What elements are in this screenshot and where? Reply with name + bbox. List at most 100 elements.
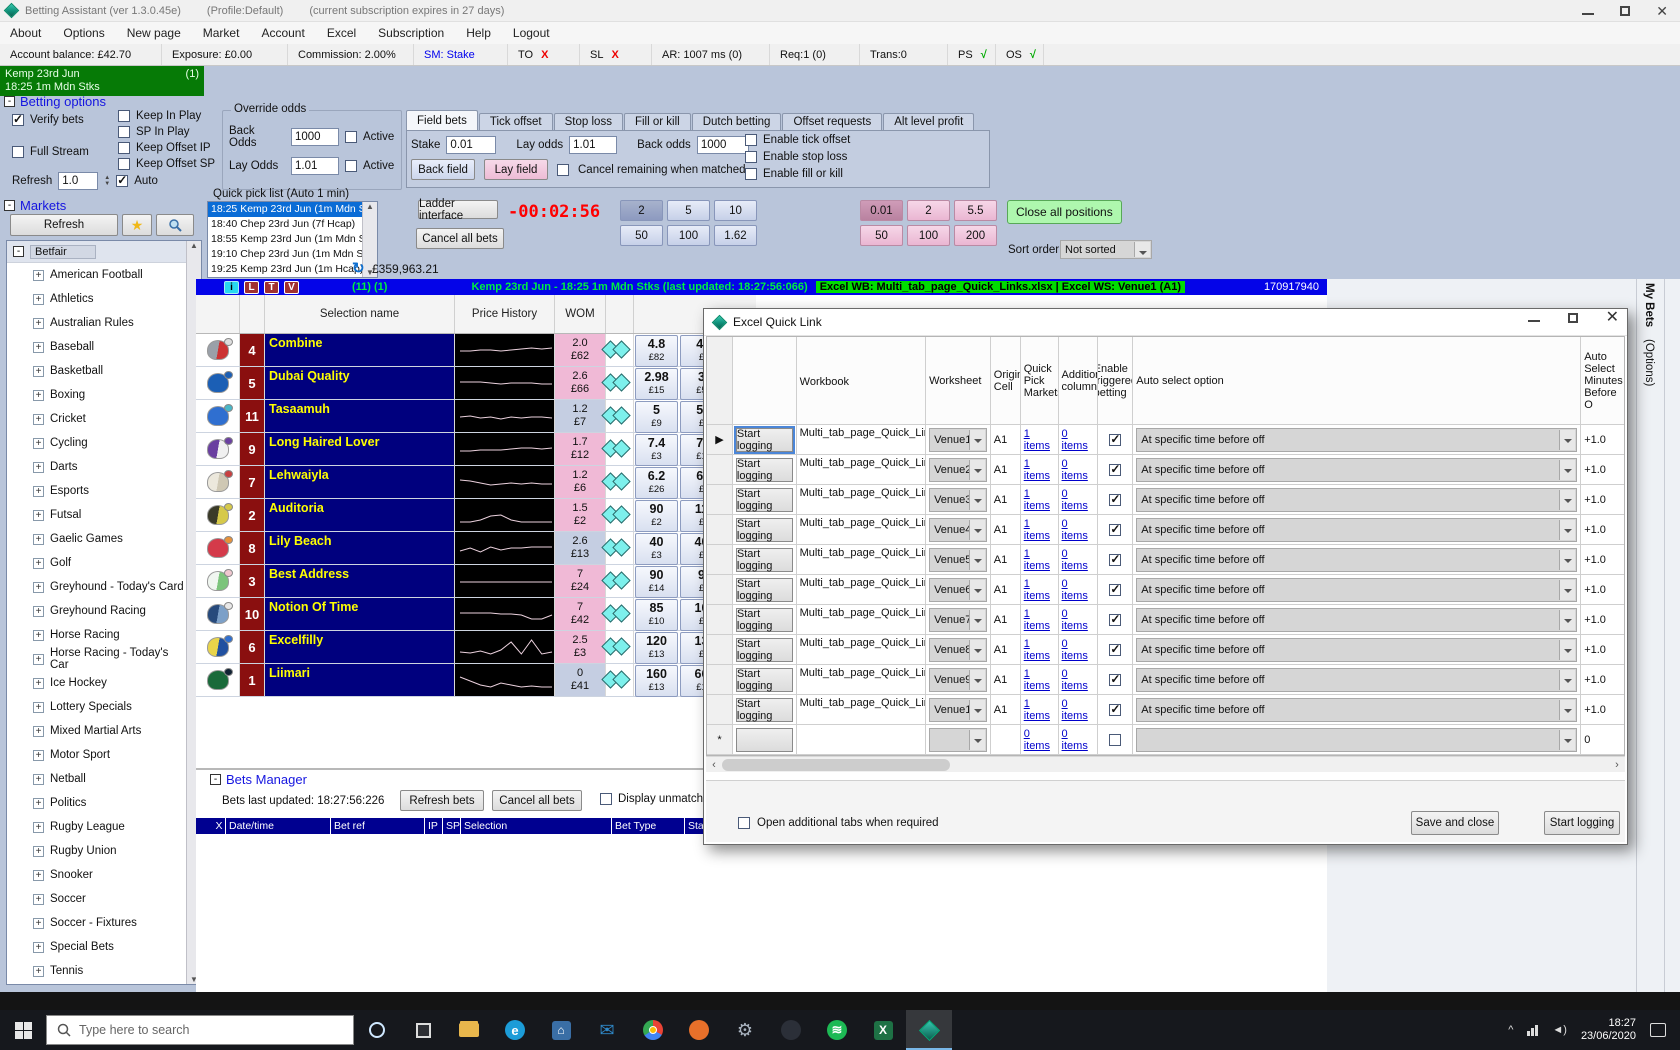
origin-cell[interactable]: A1	[991, 485, 1021, 514]
betting-options-header[interactable]: Betting options	[4, 94, 106, 109]
minutes-before-cell[interactable]: +1.0	[1581, 485, 1624, 514]
sidebar-sport-item[interactable]: Politics	[7, 791, 186, 815]
strategy-tab[interactable]: Fill or kill	[624, 113, 691, 130]
quick-pick-markets-link[interactable]: 1 items	[1024, 458, 1055, 482]
minutes-before-cell[interactable]: +1.0	[1581, 635, 1624, 664]
additional-columns-link[interactable]: 0 items	[1062, 428, 1095, 452]
workbook-cell[interactable]	[797, 725, 926, 754]
additional-columns-link[interactable]: 0 items	[1062, 668, 1095, 692]
network-icon[interactable]	[1527, 1025, 1538, 1036]
stake-preset-button[interactable]: 1.62	[714, 225, 757, 246]
stake-preset-button[interactable]: 0.01	[860, 200, 903, 221]
bets-table-column[interactable]: Date/time	[226, 818, 331, 834]
additional-columns-link[interactable]: 0 items	[1062, 548, 1095, 572]
expand-icon[interactable]	[33, 678, 44, 689]
dialog-maximize-icon[interactable]	[1568, 313, 1578, 323]
start-logging-button[interactable]: Start logging	[736, 548, 793, 572]
excel-icon[interactable]: X	[860, 1010, 906, 1050]
expand-icon[interactable]	[33, 342, 44, 353]
minutes-before-cell[interactable]: +1.0	[1581, 575, 1624, 604]
my-bets-tab[interactable]: My Bets	[1643, 283, 1655, 327]
workbook-cell[interactable]: Multi_tab_page_Quick_Links.xlsx	[797, 485, 926, 514]
worksheet-select[interactable]: Venue3	[929, 488, 987, 512]
back-odds-input[interactable]: 1000	[291, 128, 339, 146]
bets-table-column[interactable]: SP	[443, 818, 461, 834]
media-app-icon[interactable]	[768, 1010, 814, 1050]
expand-icon[interactable]	[33, 894, 44, 905]
auto-select-option-select[interactable]: At specific time before off	[1136, 668, 1577, 692]
back-price-button[interactable]: 2.98£15	[635, 368, 678, 400]
quick-pick-markets-link[interactable]: 0 items	[1024, 728, 1055, 752]
settings-icon[interactable]: ⚙	[722, 1010, 768, 1050]
cancel-all-bets-manager-button[interactable]: Cancel all bets	[492, 790, 582, 811]
ladder-button[interactable]: L	[244, 281, 259, 294]
quick-pick-markets-link[interactable]: 1 items	[1024, 698, 1055, 722]
enable-tick-offset-checkbox[interactable]: Enable tick offset	[745, 134, 850, 146]
quick-pick-markets-link[interactable]: 1 items	[1024, 638, 1055, 662]
additional-columns-link[interactable]: 0 items	[1062, 728, 1095, 752]
tray-expand-icon[interactable]: ^	[1508, 1024, 1513, 1036]
start-logging-button[interactable]: Start logging	[736, 488, 793, 512]
bets-table-column[interactable]: Bet ref	[331, 818, 425, 834]
dialog-close-icon[interactable]: ✕	[1606, 313, 1619, 323]
sidebar-sport-item[interactable]: Cycling	[7, 431, 186, 455]
sidebar-sport-item[interactable]: Darts	[7, 455, 186, 479]
lay-field-button[interactable]: Lay field	[484, 159, 548, 180]
tree-root-betfair[interactable]: Betfair	[7, 241, 186, 263]
close-icon[interactable]: ✕	[1656, 6, 1668, 16]
refresh-matched-icon[interactable]: ↻	[352, 259, 365, 277]
expand-icon[interactable]	[33, 558, 44, 569]
scroll-left-icon[interactable]: ‹	[706, 759, 722, 771]
back-odds-active-checkbox[interactable]	[345, 131, 357, 143]
sidebar-sport-item[interactable]: Soccer - Fixtures	[7, 911, 186, 935]
start-logging-button[interactable]: Start logging	[736, 668, 793, 692]
worksheet-select[interactable]: Venue8	[929, 638, 987, 662]
col-selection-name[interactable]: Selection name	[265, 295, 455, 333]
selection-name[interactable]: Lehwaiyla	[265, 466, 455, 498]
bets-table-column[interactable]: IP	[425, 818, 443, 834]
auto-refresh-checkbox[interactable]	[116, 175, 128, 187]
start-logging-button[interactable]: Start logging	[736, 518, 793, 542]
origin-cell[interactable]	[991, 725, 1021, 754]
expand-icon[interactable]	[33, 438, 44, 449]
sidebar-sport-item[interactable]: Australian Rules	[7, 311, 186, 335]
auto-select-option-select[interactable]: At specific time before off	[1136, 428, 1577, 452]
sidebar-sport-item[interactable]: Futsal	[7, 503, 186, 527]
quick-pick-item[interactable]: 19:10 Chep 23rd Jun (1m Mdn Stks)	[208, 247, 362, 262]
strategy-tab[interactable]: Dutch betting	[692, 113, 782, 130]
selection-name[interactable]: Dubai Quality	[265, 367, 455, 399]
enable-triggered-checkbox[interactable]	[1109, 434, 1121, 446]
menu-item[interactable]: Options	[63, 26, 104, 40]
minutes-before-cell[interactable]: 0	[1581, 725, 1624, 754]
refresh-spinner[interactable]: ▲▼	[104, 175, 110, 187]
sidebar-sport-item[interactable]: Golf	[7, 551, 186, 575]
sidebar-sport-item[interactable]: Greyhound Racing	[7, 599, 186, 623]
start-logging-button[interactable]: Start logging	[736, 578, 793, 602]
auto-select-option-select[interactable]: At specific time before off	[1136, 608, 1577, 632]
selection-name[interactable]: Best Address	[265, 565, 455, 597]
quick-pick-item[interactable]: 18:55 Kemp 23rd Jun (1m Mdn Stks)	[208, 232, 362, 247]
origin-cell[interactable]: A1	[991, 635, 1021, 664]
markets-refresh-button[interactable]: Refresh	[10, 214, 118, 236]
col-price-history[interactable]: Price History	[455, 295, 555, 333]
betting-assistant-icon[interactable]	[906, 1010, 952, 1050]
sidebar-sport-item[interactable]: Rugby Union	[7, 839, 186, 863]
expand-icon[interactable]	[33, 654, 44, 665]
lay-odds-fb-input[interactable]: 1.01	[569, 136, 617, 154]
additional-columns-link[interactable]: 0 items	[1062, 578, 1095, 602]
auto-select-option-select[interactable]: At specific time before off	[1136, 458, 1577, 482]
bets-table-column[interactable]: Bet Type	[612, 818, 685, 834]
origin-cell[interactable]: A1	[991, 695, 1021, 724]
back-price-button[interactable]: 90£2	[635, 500, 678, 532]
strategy-tab[interactable]: Stop loss	[554, 113, 623, 130]
expand-icon[interactable]	[33, 726, 44, 737]
start-logging-button[interactable]: Start logging	[736, 698, 793, 722]
enable-triggered-checkbox[interactable]	[1109, 674, 1121, 686]
action-center-icon[interactable]	[1650, 1023, 1666, 1037]
worksheet-select[interactable]: Venue4	[929, 518, 987, 542]
menu-item[interactable]: Logout	[513, 26, 550, 40]
dialog-horizontal-scrollbar[interactable]: ‹ ›	[706, 756, 1625, 772]
worksheet-select[interactable]: Venue1	[929, 428, 987, 452]
workbook-cell[interactable]: Multi_tab_page_Quick_Links.xlsx	[797, 515, 926, 544]
cancel-remaining-checkbox[interactable]	[557, 164, 569, 176]
